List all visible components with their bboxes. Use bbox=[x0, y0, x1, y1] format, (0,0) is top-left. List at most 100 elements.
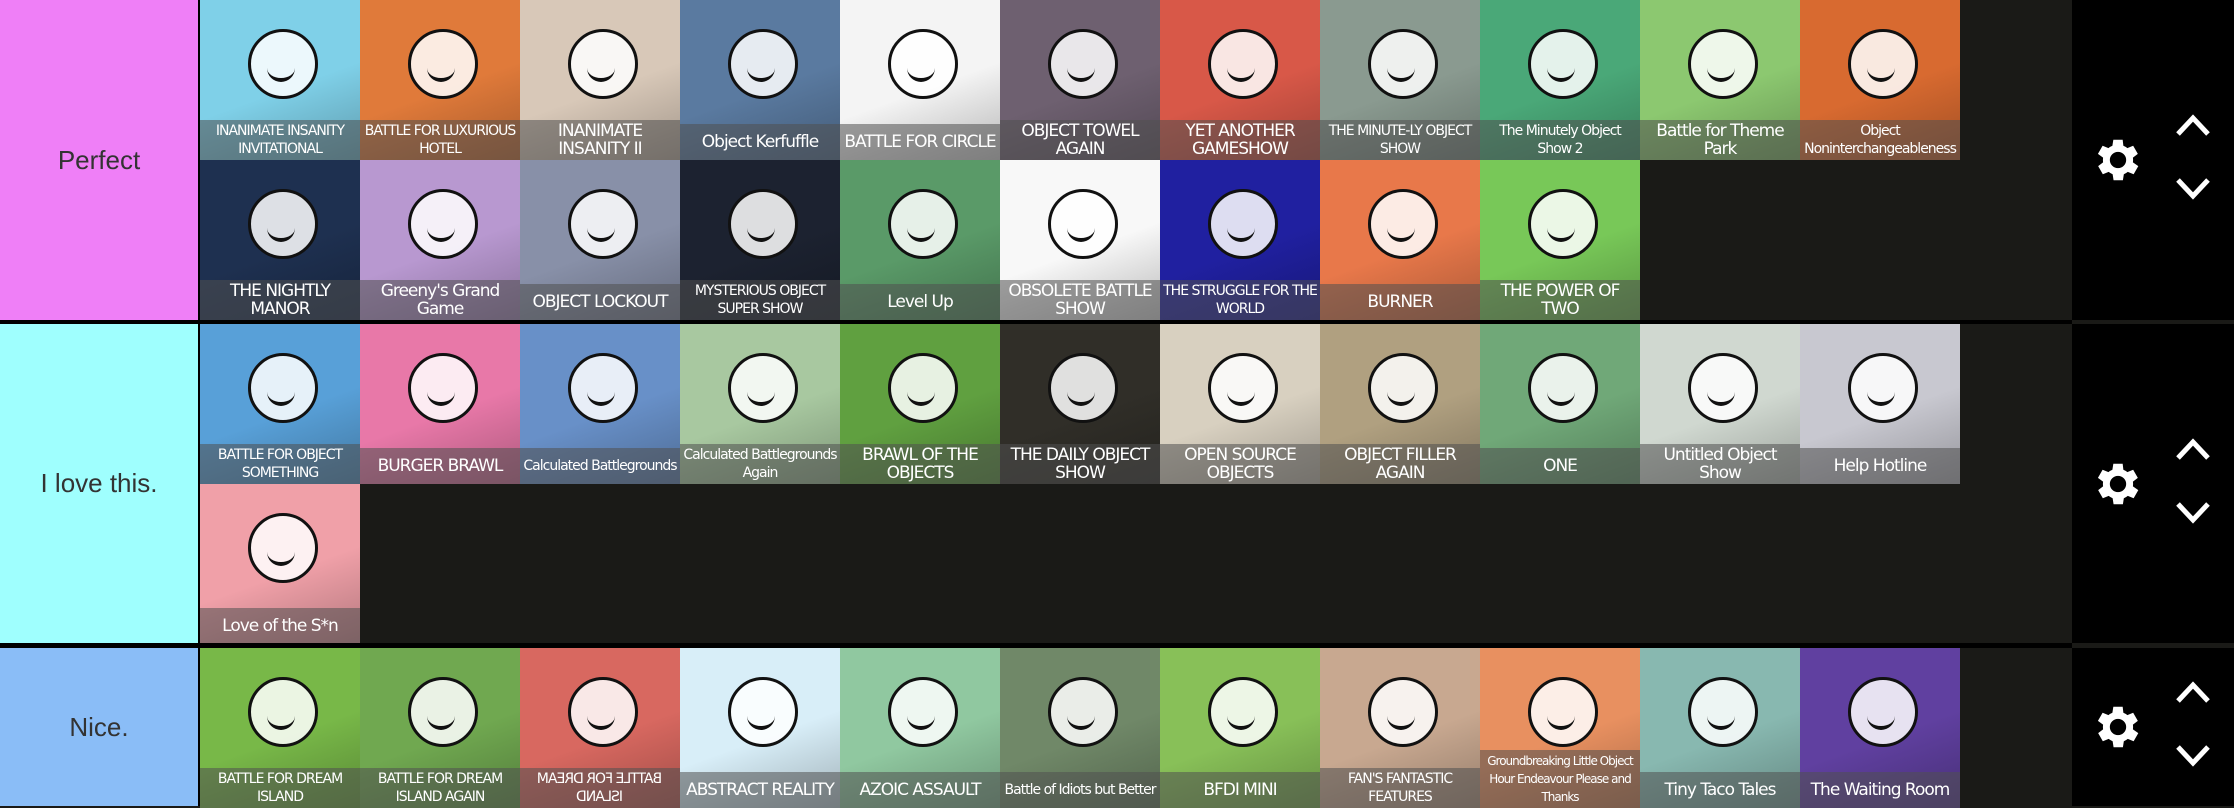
gear-icon[interactable] bbox=[2090, 699, 2146, 755]
chevron-up-icon[interactable] bbox=[2172, 434, 2214, 464]
gear-icon[interactable] bbox=[2090, 456, 2146, 512]
character-image bbox=[888, 352, 958, 423]
item-caption: Greeny's Grand Game bbox=[360, 280, 520, 320]
tier-item[interactable]: THE DAILY OBJECT SHOW bbox=[1000, 324, 1160, 484]
character-image bbox=[1048, 676, 1118, 747]
chevron-down-icon[interactable] bbox=[2172, 741, 2214, 771]
tier-item[interactable]: Battle for Theme Park bbox=[1640, 0, 1800, 160]
item-caption: OPEN SOURCE OBJECTS bbox=[1160, 444, 1320, 484]
item-caption: Calculated Battlegrounds Again bbox=[680, 444, 840, 484]
tier-item[interactable]: BATTLE FOR DREAM ISLAND AGAIN bbox=[360, 648, 520, 808]
character-image bbox=[728, 352, 798, 423]
tier-item[interactable]: BATTLE FOR LUXURIOUS HOTEL bbox=[360, 0, 520, 160]
chevron-down-icon[interactable] bbox=[2172, 498, 2214, 528]
character-image bbox=[1048, 352, 1118, 423]
character-image bbox=[888, 188, 958, 259]
character-image bbox=[1528, 676, 1598, 747]
tier-item[interactable]: YET ANOTHER GAMESHOW bbox=[1160, 0, 1320, 160]
tier-item[interactable]: BATTLE FOR CIRCLE bbox=[840, 0, 1000, 160]
tier-item[interactable]: FAN'S FANTASTIC FEATURES bbox=[1320, 648, 1480, 808]
tier-item[interactable]: OBSOLETE BATTLE SHOW bbox=[1000, 160, 1160, 320]
tier-items: BATTLE FOR DREAM ISLAND BATTLE FOR DREAM … bbox=[200, 648, 2072, 808]
tier-item[interactable]: Tiny Taco Tales bbox=[1640, 648, 1800, 808]
tier-item[interactable]: BFDI MINI bbox=[1160, 648, 1320, 808]
tier-item[interactable]: Calculated Battlegrounds Again bbox=[680, 324, 840, 484]
tier-item[interactable]: BATTLE FOR OBJECT SOMETHING bbox=[200, 324, 360, 484]
character-image bbox=[1048, 28, 1118, 99]
chevron-up-icon[interactable] bbox=[2172, 110, 2214, 140]
character-image bbox=[248, 676, 318, 747]
tier-item[interactable]: INANIMATE INSANITY II bbox=[520, 0, 680, 160]
tier-item[interactable]: INANIMATE INSANITY INVITATIONAL bbox=[200, 0, 360, 160]
character-image bbox=[248, 352, 318, 423]
character-image bbox=[888, 676, 958, 747]
character-image bbox=[1688, 352, 1758, 423]
character-image bbox=[248, 28, 318, 99]
tier-label[interactable]: Perfect bbox=[0, 0, 200, 320]
character-image bbox=[568, 28, 638, 99]
item-caption: Object Kerfuffle bbox=[680, 124, 840, 160]
item-caption: THE MINUTE-LY OBJECT SHOW bbox=[1320, 120, 1480, 160]
item-caption: BFDI MINI bbox=[1160, 772, 1320, 808]
tier-item[interactable]: Untitled Object Show bbox=[1640, 324, 1800, 484]
tier-item[interactable]: The Waiting Room bbox=[1800, 648, 1960, 808]
character-image bbox=[1528, 352, 1598, 423]
item-caption: OBJECT TOWEL AGAIN bbox=[1000, 120, 1160, 160]
item-caption: BATTLE FOR CIRCLE bbox=[840, 124, 1000, 160]
chevron-down-icon[interactable] bbox=[2172, 174, 2214, 204]
item-caption: ONE bbox=[1480, 448, 1640, 484]
tier-controls bbox=[2072, 648, 2234, 806]
item-caption: BURGER BRAWL bbox=[360, 448, 520, 484]
item-caption: The Minutely Object Show 2 bbox=[1480, 120, 1640, 160]
item-caption: THE STRUGGLE FOR THE WORLD bbox=[1160, 280, 1320, 320]
tier-item[interactable]: BATTLE FOR DREAM ISLAND bbox=[520, 648, 680, 808]
tier-item[interactable]: THE NIGHTLY MANOR bbox=[200, 160, 360, 320]
character-image bbox=[1848, 352, 1918, 423]
gear-icon[interactable] bbox=[2090, 132, 2146, 188]
tier-item[interactable]: Greeny's Grand Game bbox=[360, 160, 520, 320]
item-caption: Calculated Battlegrounds bbox=[520, 448, 680, 484]
tier-item[interactable]: THE STRUGGLE FOR THE WORLD bbox=[1160, 160, 1320, 320]
item-caption: THE DAILY OBJECT SHOW bbox=[1000, 444, 1160, 484]
character-image bbox=[1048, 188, 1118, 259]
tier-item[interactable]: BURNER bbox=[1320, 160, 1480, 320]
tier-item[interactable]: Object Noninterchangeableness bbox=[1800, 0, 1960, 160]
tier-item[interactable]: Love of the S*n bbox=[200, 484, 360, 644]
tier-item[interactable]: Battle of Idiots but Better bbox=[1000, 648, 1160, 808]
tier-row: Perfect INANIMATE INSANITY INVITATIONAL BA… bbox=[0, 0, 2234, 320]
tier-item[interactable]: THE MINUTE-LY OBJECT SHOW bbox=[1320, 0, 1480, 160]
item-caption: BATTLE FOR LUXURIOUS HOTEL bbox=[360, 120, 520, 160]
tier-item[interactable]: Level Up bbox=[840, 160, 1000, 320]
tier-item[interactable]: ONE bbox=[1480, 324, 1640, 484]
tier-label[interactable]: I love this. bbox=[0, 324, 200, 643]
chevron-up-icon[interactable] bbox=[2172, 677, 2214, 707]
tier-item[interactable]: THE POWER OF TWO bbox=[1480, 160, 1640, 320]
tier-item[interactable]: BURGER BRAWL bbox=[360, 324, 520, 484]
character-image bbox=[1208, 352, 1278, 423]
character-image bbox=[248, 512, 318, 583]
character-image bbox=[1368, 188, 1438, 259]
character-image bbox=[1848, 676, 1918, 747]
item-caption: OBJECT LOCKOUT bbox=[520, 284, 680, 320]
character-image bbox=[408, 28, 478, 99]
tier-item[interactable]: AZOIC ASSAULT bbox=[840, 648, 1000, 808]
tier-item[interactable]: Calculated Battlegrounds bbox=[520, 324, 680, 484]
tier-item[interactable]: OPEN SOURCE OBJECTS bbox=[1160, 324, 1320, 484]
tier-item[interactable]: Groundbreaking Little Object Hour Endeav… bbox=[1480, 648, 1640, 808]
tier-item[interactable]: The Minutely Object Show 2 bbox=[1480, 0, 1640, 160]
tier-label[interactable]: Nice. bbox=[0, 648, 200, 806]
tier-item[interactable]: MYSTERIOUS OBJECT SUPER SHOW bbox=[680, 160, 840, 320]
tier-controls bbox=[2072, 324, 2234, 643]
item-caption: AZOIC ASSAULT bbox=[840, 772, 1000, 808]
tier-item[interactable]: OBJECT TOWEL AGAIN bbox=[1000, 0, 1160, 160]
tier-item[interactable]: Object Kerfuffle bbox=[680, 0, 840, 160]
tier-item[interactable]: BATTLE FOR DREAM ISLAND bbox=[200, 648, 360, 808]
item-caption: INANIMATE INSANITY II bbox=[520, 120, 680, 160]
tier-item[interactable]: Help Hotline bbox=[1800, 324, 1960, 484]
tier-item[interactable]: OBJECT LOCKOUT bbox=[520, 160, 680, 320]
tier-item[interactable]: OBJECT FILLER AGAIN bbox=[1320, 324, 1480, 484]
tier-item[interactable]: BRAWL OF THE OBJECTS bbox=[840, 324, 1000, 484]
tier-item[interactable]: ABSTRACT REALITY bbox=[680, 648, 840, 808]
character-image bbox=[1528, 28, 1598, 99]
item-caption: THE POWER OF TWO bbox=[1480, 280, 1640, 320]
